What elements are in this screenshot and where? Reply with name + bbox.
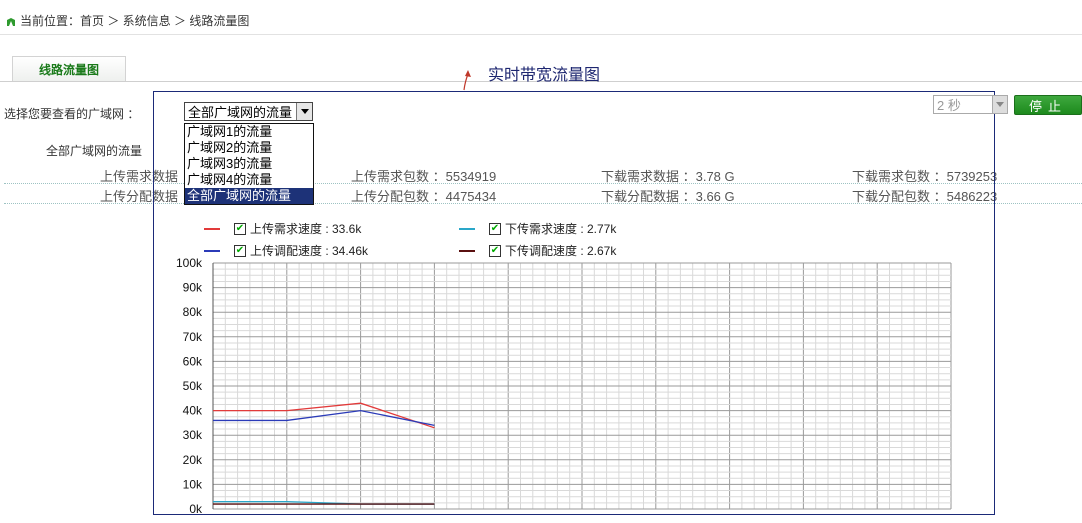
pointer-arrow-icon [460, 68, 474, 95]
tab-line-traffic[interactable]: 线路流量图 [12, 56, 126, 81]
refresh-interval-select[interactable]: 2 秒 [933, 95, 1008, 114]
header-divider [0, 34, 1082, 35]
y-tick-label: 30k [183, 428, 203, 442]
checkbox-icon[interactable]: ✔ [234, 222, 246, 235]
wan-option[interactable]: 广域网2的流量 [185, 140, 313, 156]
y-tick-label: 80k [183, 305, 203, 319]
y-tick-label: 10k [183, 477, 203, 491]
legend-line [459, 249, 475, 252]
interval-value: 2 秒 [937, 98, 961, 113]
legend-line [204, 227, 220, 230]
y-tick-label: 100k [176, 256, 203, 270]
y-tick-label: 70k [183, 330, 203, 344]
wan-option-selected[interactable]: 全部广域网的流量 [185, 188, 313, 204]
wan-option[interactable]: 广域网3的流量 [185, 156, 313, 172]
y-tick-label: 50k [183, 379, 203, 393]
tab-label: 线路流量图 [38, 62, 99, 77]
panel-title: 实时带宽流量图 [488, 67, 601, 84]
checkbox-icon[interactable]: ✔ [489, 222, 501, 235]
y-tick-label: 0k [189, 502, 203, 516]
stop-button[interactable]: 停止 [1014, 95, 1082, 115]
legend-line [204, 249, 220, 252]
legend-line [459, 227, 475, 230]
location-leaf-icon [6, 16, 16, 26]
y-tick-label: 90k [183, 281, 203, 295]
y-tick-label: 40k [183, 404, 203, 418]
wan-option[interactable]: 广域网1的流量 [185, 124, 313, 140]
breadcrumb: 当前位置：首页 ＞ 系统信息 ＞ 线路流量图 [6, 12, 249, 29]
wan-select-label: 选择您要查看的广域网 ： [4, 107, 140, 121]
chevron-down-icon[interactable] [992, 96, 1007, 113]
y-tick-label: 20k [183, 453, 203, 467]
region-label: 全部广域网的流量 [46, 144, 143, 158]
y-tick-label: 60k [183, 354, 203, 368]
wan-select-options: 广域网1的流量 广域网2的流量 广域网3的流量 广域网4的流量 全部广域网的流量 [184, 123, 314, 205]
wan-select[interactable]: 全部广域网的流量 [184, 102, 313, 121]
legend-label: 下传需求速度 : 2.77k [505, 222, 617, 236]
legend-upload-demand[interactable]: ✔ 上传需求速度 : 33.6k [204, 220, 361, 237]
traffic-chart: 0k 10k 20k 30k 40k 50k 60k 70k 80k 90k 100k [176, 256, 952, 516]
breadcrumb-text: 当前位置：首页 ＞ 系统信息 ＞ 线路流量图 [20, 14, 250, 28]
legend-download-demand[interactable]: ✔ 下传需求速度 : 2.77k [459, 220, 616, 237]
wan-select-value: 全部广域网的流量 [188, 105, 293, 120]
chevron-down-icon[interactable] [296, 103, 312, 120]
legend-label: 上传需求速度 : 33.6k [250, 222, 362, 236]
wan-option[interactable]: 广域网4的流量 [185, 172, 313, 188]
